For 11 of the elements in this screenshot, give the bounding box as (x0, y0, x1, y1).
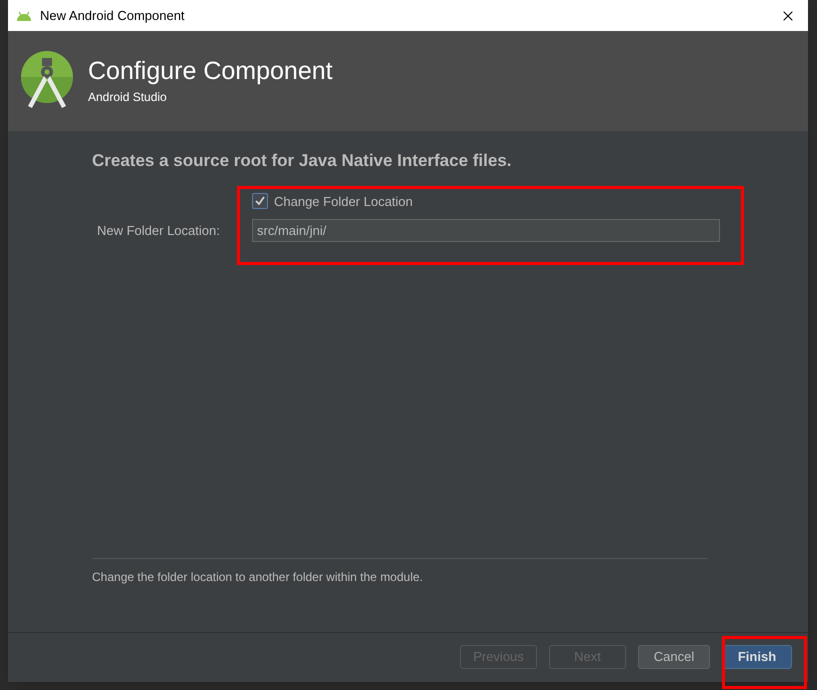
field-label: New Folder Location: (96, 222, 221, 240)
change-folder-checkbox[interactable]: Change Folder Location (252, 192, 720, 211)
dialog-button[interactable]: Cancel (638, 644, 710, 668)
page-title: Configure Component (88, 56, 333, 88)
description-text: Creates a source root for Java Native Interface files. (92, 150, 513, 172)
android-icon (16, 10, 32, 20)
window-title: New Android Component (40, 6, 185, 25)
page-subtitle: Android Studio (88, 88, 168, 106)
help-text: Change the folder location to another folder within the module. (92, 570, 423, 584)
finish-button[interactable]: Finish (722, 644, 792, 668)
folder-location-field[interactable]: src/main/jni/ (252, 219, 720, 242)
